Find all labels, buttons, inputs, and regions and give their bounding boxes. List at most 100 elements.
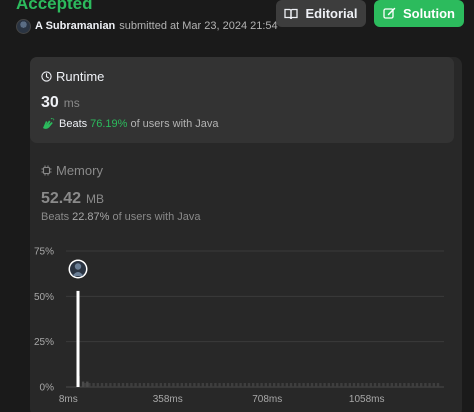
data-bar[interactable] xyxy=(86,381,89,387)
distribution-bar[interactable] xyxy=(352,383,356,387)
distribution-bar[interactable] xyxy=(147,383,150,387)
highlight-bar[interactable] xyxy=(76,290,80,387)
y-tick-label: 0% xyxy=(40,383,55,394)
distribution-bar[interactable] xyxy=(264,383,267,387)
distribution-bar[interactable] xyxy=(428,383,431,387)
distribution-bar[interactable] xyxy=(252,383,255,387)
distribution-bar[interactable] xyxy=(100,383,104,387)
distribution-bar[interactable] xyxy=(239,383,242,387)
x-tick-label: 1058ms xyxy=(349,394,385,405)
distribution-bar[interactable] xyxy=(403,383,406,387)
distribution-bar[interactable] xyxy=(394,383,398,387)
distribution-bar[interactable] xyxy=(382,383,385,387)
avatar-head xyxy=(74,263,82,270)
x-tick-label: 8ms xyxy=(59,394,78,405)
distribution-bar[interactable] xyxy=(117,383,120,387)
distribution-bar[interactable] xyxy=(390,383,393,387)
distribution-bar[interactable] xyxy=(327,383,330,387)
distribution-bar[interactable] xyxy=(92,383,95,387)
distribution-bar[interactable] xyxy=(298,383,301,387)
distribution-bar[interactable] xyxy=(432,383,435,387)
distribution-bar[interactable] xyxy=(365,383,368,387)
distribution-bar[interactable] xyxy=(109,383,112,387)
distribution-bar[interactable] xyxy=(151,383,154,387)
distribution-bar[interactable] xyxy=(315,383,318,387)
distribution-bar[interactable] xyxy=(218,383,221,387)
distribution-bar[interactable] xyxy=(357,383,360,387)
distribution-bars xyxy=(84,383,440,387)
distribution-bar[interactable] xyxy=(226,383,230,387)
distribution-bar[interactable] xyxy=(285,383,288,387)
distribution-bar[interactable] xyxy=(105,383,108,387)
distribution-bar[interactable] xyxy=(344,383,347,387)
distribution-bar[interactable] xyxy=(121,383,125,387)
distribution-bar[interactable] xyxy=(361,383,364,387)
distribution-bar[interactable] xyxy=(176,383,179,387)
distribution-bar[interactable] xyxy=(331,383,335,387)
distribution-bar[interactable] xyxy=(386,383,389,387)
distribution-bar[interactable] xyxy=(96,383,99,387)
distribution-bar[interactable] xyxy=(134,383,137,387)
distribution-bar[interactable] xyxy=(268,383,272,387)
distribution-bar[interactable] xyxy=(373,383,377,387)
x-tick-label: 708ms xyxy=(252,394,282,405)
distribution-bar[interactable] xyxy=(88,383,91,387)
distribution-bar[interactable] xyxy=(193,383,196,387)
distribution-bar[interactable] xyxy=(399,383,402,387)
distribution-bar[interactable] xyxy=(210,383,213,387)
distribution-bar[interactable] xyxy=(155,383,158,387)
distribution-bar[interactable] xyxy=(235,383,238,387)
distribution-bar[interactable] xyxy=(243,383,246,387)
distribution-bar[interactable] xyxy=(424,383,427,387)
distribution-bar[interactable] xyxy=(310,383,314,387)
distribution-bar[interactable] xyxy=(378,383,381,387)
distribution-bar[interactable] xyxy=(260,383,263,387)
distribution-bar[interactable] xyxy=(411,383,414,387)
distribution-bar[interactable] xyxy=(273,383,276,387)
distribution-bar[interactable] xyxy=(277,383,280,387)
distribution-bar[interactable] xyxy=(415,383,419,387)
distribution-bar[interactable] xyxy=(138,383,141,387)
x-tick-label: 358ms xyxy=(153,394,183,405)
distribution-bar[interactable] xyxy=(189,383,192,387)
distribution-bar[interactable] xyxy=(319,383,322,387)
distribution-bar[interactable] xyxy=(159,383,162,387)
distribution-bar[interactable] xyxy=(84,383,87,387)
distribution-bar[interactable] xyxy=(184,383,188,387)
distribution-bar[interactable] xyxy=(214,383,217,387)
distribution-bar[interactable] xyxy=(205,383,209,387)
distribution-bar[interactable] xyxy=(168,383,171,387)
distribution-bar[interactable] xyxy=(172,383,175,387)
runtime-distribution-chart[interactable]: 75% 50% 25% 0% 8ms 358ms 708ms 1058ms xyxy=(0,0,474,412)
distribution-bar[interactable] xyxy=(113,383,116,387)
distribution-bar[interactable] xyxy=(336,383,339,387)
distribution-bar[interactable] xyxy=(163,383,167,387)
distribution-bar[interactable] xyxy=(281,383,284,387)
distribution-bar[interactable] xyxy=(201,383,204,387)
distribution-bar[interactable] xyxy=(302,383,305,387)
distribution-bar[interactable] xyxy=(142,383,146,387)
distribution-bar[interactable] xyxy=(197,383,200,387)
distribution-bar[interactable] xyxy=(436,383,440,387)
data-bar[interactable] xyxy=(81,381,85,387)
chart-avatar-marker[interactable] xyxy=(68,259,88,279)
distribution-bar[interactable] xyxy=(340,383,343,387)
y-tick-label: 25% xyxy=(34,337,54,348)
submission-result-page: Accepted A Subramanian submitted at Mar … xyxy=(0,0,474,412)
distribution-bar[interactable] xyxy=(294,383,297,387)
distribution-bar[interactable] xyxy=(130,383,133,387)
distribution-bar[interactable] xyxy=(323,383,326,387)
distribution-bar[interactable] xyxy=(180,383,183,387)
y-tick-label: 75% xyxy=(34,247,54,258)
distribution-bar[interactable] xyxy=(369,383,372,387)
distribution-bar[interactable] xyxy=(247,383,251,387)
distribution-bar[interactable] xyxy=(420,383,423,387)
distribution-bar[interactable] xyxy=(289,383,293,387)
distribution-bar[interactable] xyxy=(222,383,225,387)
distribution-bar[interactable] xyxy=(306,383,309,387)
distribution-bar[interactable] xyxy=(348,383,351,387)
distribution-bar[interactable] xyxy=(231,383,234,387)
distribution-bar[interactable] xyxy=(256,383,259,387)
distribution-bar[interactable] xyxy=(407,383,410,387)
distribution-bar[interactable] xyxy=(126,383,129,387)
